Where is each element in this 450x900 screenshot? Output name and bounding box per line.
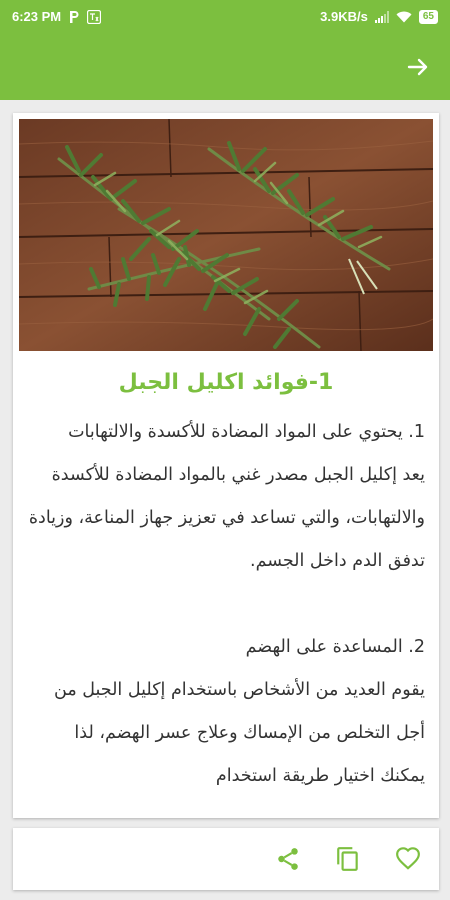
article-body: 1. يحتوي على المواد المضادة للأكسدة والا…: [27, 411, 425, 798]
favorite-heart-icon: [396, 847, 420, 870]
share-button[interactable]: [273, 844, 303, 874]
article-paragraph: 1. يحتوي على المواد المضادة للأكسدة والا…: [68, 422, 425, 442]
favorite-button[interactable]: [393, 844, 423, 874]
share-icon: [278, 848, 298, 870]
article-paragraph: 2. المساعدة على الهضم: [245, 637, 425, 657]
rosemary-sprigs-on-wood-photo: [19, 119, 433, 351]
article-card: 1-فوائد اكليل الجبل 1. يحتوي على المواد …: [13, 113, 439, 818]
status-bar: 6:23 PM 3.9KB/s 65: [0, 0, 450, 33]
arrow-right-icon: [407, 58, 428, 76]
article-paragraph: يعد إكليل الجبل مصدر غني بالمواد المضادة…: [28, 465, 425, 571]
battery-icon: 65: [418, 9, 438, 24]
copy-button[interactable]: [333, 844, 363, 874]
signal-icon: [374, 10, 389, 23]
article-title: 1-فوائد اكليل الجبل: [118, 370, 334, 395]
copy-icon: [337, 847, 358, 871]
status-left: 6:23 PM: [12, 9, 102, 24]
article-paragraph: يقوم العديد من الأشخاص باستخدام إكليل ال…: [54, 680, 425, 786]
status-time: 6:23 PM: [12, 9, 62, 24]
network-speed: 3.9KB/s: [320, 9, 368, 24]
bottom-action-bar: [13, 828, 439, 890]
battery-level: 65: [422, 11, 434, 22]
status-right: 3.9KB/s 65: [320, 9, 438, 24]
translate-notification-icon: [87, 9, 102, 24]
wifi-icon: [396, 11, 412, 23]
article-paragraph: [27, 583, 425, 626]
back-button[interactable]: [404, 53, 432, 81]
app-bar: [0, 33, 450, 100]
parking-notification-icon: [68, 10, 80, 24]
